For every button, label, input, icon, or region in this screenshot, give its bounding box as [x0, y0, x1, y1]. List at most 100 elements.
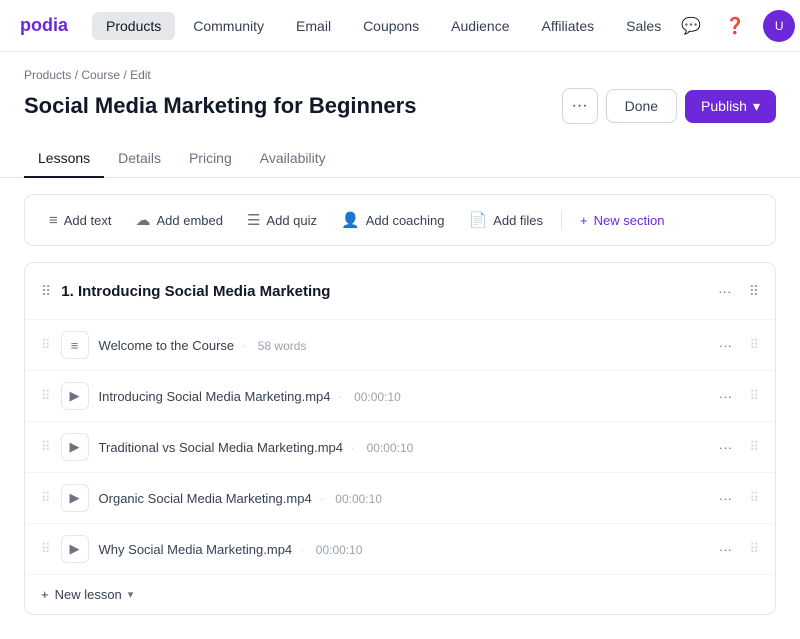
tab-lessons[interactable]: Lessons	[24, 140, 104, 178]
lesson-drag-handle-1[interactable]: ⠿	[41, 388, 51, 404]
lesson-name-2[interactable]: Traditional vs Social Media Marketing.mp…	[99, 440, 702, 455]
section-more-button[interactable]: ···	[711, 277, 739, 305]
lesson-drag-handle-2[interactable]: ⠿	[41, 439, 51, 455]
files-icon: 📄	[468, 211, 487, 229]
video-type-icon-4: ▶	[70, 541, 80, 557]
add-embed-button[interactable]: ☁ Add embed	[125, 205, 233, 235]
lesson-more-button-2[interactable]: ···	[711, 433, 739, 461]
tab-availability[interactable]: Availability	[246, 140, 340, 178]
lesson-name-text-3: Organic Social Media Marketing.mp4	[99, 491, 312, 506]
lesson-drag-right-0[interactable]: ⠿	[749, 337, 759, 353]
lesson-more-button-0[interactable]: ···	[711, 331, 739, 359]
lesson-name-4[interactable]: Why Social Media Marketing.mp4 · 00:00:1…	[99, 542, 702, 557]
page-title-row: Social Media Marketing for Beginners ···…	[24, 88, 776, 124]
text-type-icon: ≡	[71, 338, 79, 353]
new-section-plus-icon: +	[580, 213, 588, 228]
nav-item-sales[interactable]: Sales	[612, 12, 675, 40]
breadcrumb-products[interactable]: Products	[24, 68, 71, 82]
text-icon: ≡	[49, 212, 58, 229]
lesson-dot-3: ·	[319, 491, 323, 506]
lesson-icon-video-2: ▶	[61, 433, 89, 461]
page-header: Products / Course / Edit Social Media Ma…	[0, 52, 800, 124]
nav-item-coupons[interactable]: Coupons	[349, 12, 433, 40]
done-button[interactable]: Done	[606, 89, 677, 123]
lesson-name-text-0: Welcome to the Course	[99, 338, 235, 353]
lesson-icon-video-3: ▶	[61, 484, 89, 512]
help-icon: ❓	[725, 16, 745, 36]
toolbar: ≡ Add text ☁ Add embed ☰ Add quiz 👤 Add …	[24, 194, 776, 246]
lesson-name-1[interactable]: Introducing Social Media Marketing.mp4 ·…	[99, 389, 702, 404]
section-drag-handle[interactable]: ⠿	[41, 283, 51, 300]
lesson-drag-right-3[interactable]: ⠿	[749, 490, 759, 506]
lesson-meta-2: 00:00:10	[367, 441, 414, 455]
nav-item-community[interactable]: Community	[179, 12, 278, 40]
publish-chevron-icon: ▾	[753, 98, 760, 115]
lesson-more-button-4[interactable]: ···	[711, 535, 739, 563]
lesson-dot-4: ·	[300, 542, 304, 557]
sections: ⠿ 1. Introducing Social Media Marketing …	[0, 262, 800, 639]
section-drag-handle-right[interactable]: ⠿	[749, 283, 759, 300]
add-files-label: Add files	[493, 213, 543, 228]
lesson-more-icon-2: ···	[719, 440, 732, 455]
publish-button[interactable]: Publish ▾	[685, 90, 776, 123]
lesson-drag-handle-0[interactable]: ⠿	[41, 337, 51, 353]
lesson-drag-right-2[interactable]: ⠿	[749, 439, 759, 455]
coaching-icon: 👤	[341, 211, 360, 229]
lesson-more-icon-0: ···	[719, 338, 732, 353]
section-more-icon: ···	[718, 284, 731, 299]
embed-icon: ☁	[135, 211, 150, 229]
lesson-more-button-1[interactable]: ···	[711, 382, 739, 410]
lesson-meta-0: 58 words	[258, 339, 307, 353]
new-section-button[interactable]: + New section	[570, 207, 674, 234]
lesson-more-icon-3: ···	[719, 491, 732, 506]
help-icon-button[interactable]: ❓	[719, 10, 751, 42]
tab-details[interactable]: Details	[104, 140, 175, 178]
lesson-name-3[interactable]: Organic Social Media Marketing.mp4 · 00:…	[99, 491, 702, 506]
add-quiz-button[interactable]: ☰ Add quiz	[237, 205, 327, 235]
toolbar-divider	[561, 210, 562, 230]
page-title: Social Media Marketing for Beginners	[24, 93, 416, 119]
new-lesson-chevron-icon: ▾	[128, 588, 134, 601]
nav-item-products[interactable]: Products	[92, 12, 175, 40]
lesson-drag-right-4[interactable]: ⠿	[749, 541, 759, 557]
video-type-icon-2: ▶	[70, 439, 80, 455]
new-lesson-button[interactable]: + New lesson ▾	[41, 587, 133, 602]
lesson-more-button-3[interactable]: ···	[711, 484, 739, 512]
nav-item-email[interactable]: Email	[282, 12, 345, 40]
nav-item-audience[interactable]: Audience	[437, 12, 523, 40]
lesson-name-0[interactable]: Welcome to the Course · 58 words	[99, 338, 702, 353]
lesson-row: ⠿ ≡ Welcome to the Course · 58 words ···…	[25, 319, 775, 370]
nav-item-affiliates[interactable]: Affiliates	[528, 12, 609, 40]
lesson-row: ⠿ ▶ Introducing Social Media Marketing.m…	[25, 370, 775, 421]
add-text-label: Add text	[64, 213, 112, 228]
more-icon: ···	[572, 97, 588, 115]
new-section-label: New section	[594, 213, 665, 228]
avatar[interactable]: U	[763, 10, 795, 42]
lesson-dot-2: ·	[351, 440, 355, 455]
new-lesson-row: + New lesson ▾	[25, 574, 775, 614]
lesson-name-text-4: Why Social Media Marketing.mp4	[99, 542, 293, 557]
lesson-icon-video-1: ▶	[61, 382, 89, 410]
chat-icon: 💬	[681, 16, 701, 36]
more-options-button[interactable]: ···	[562, 88, 598, 124]
lesson-name-text-1: Introducing Social Media Marketing.mp4	[99, 389, 331, 404]
lesson-drag-right-1[interactable]: ⠿	[749, 388, 759, 404]
section-title: 1. Introducing Social Media Marketing	[61, 283, 700, 300]
lesson-more-icon-4: ···	[719, 542, 732, 557]
tab-pricing[interactable]: Pricing	[175, 140, 246, 178]
logo[interactable]: podia	[20, 15, 68, 36]
lesson-meta-4: 00:00:10	[316, 543, 363, 557]
lesson-drag-handle-3[interactable]: ⠿	[41, 490, 51, 506]
section-header: ⠿ 1. Introducing Social Media Marketing …	[25, 263, 775, 319]
video-type-icon: ▶	[70, 388, 80, 404]
breadcrumb-course[interactable]: Course	[81, 68, 120, 82]
add-text-button[interactable]: ≡ Add text	[39, 206, 121, 235]
chat-icon-button[interactable]: 💬	[675, 10, 707, 42]
avatar-initial: U	[775, 19, 784, 33]
navbar: podia Products Community Email Coupons A…	[0, 0, 800, 52]
breadcrumb-edit: Edit	[130, 68, 151, 82]
add-coaching-button[interactable]: 👤 Add coaching	[331, 205, 454, 235]
lesson-drag-handle-4[interactable]: ⠿	[41, 541, 51, 557]
add-files-button[interactable]: 📄 Add files	[458, 205, 553, 235]
add-embed-label: Add embed	[156, 213, 223, 228]
